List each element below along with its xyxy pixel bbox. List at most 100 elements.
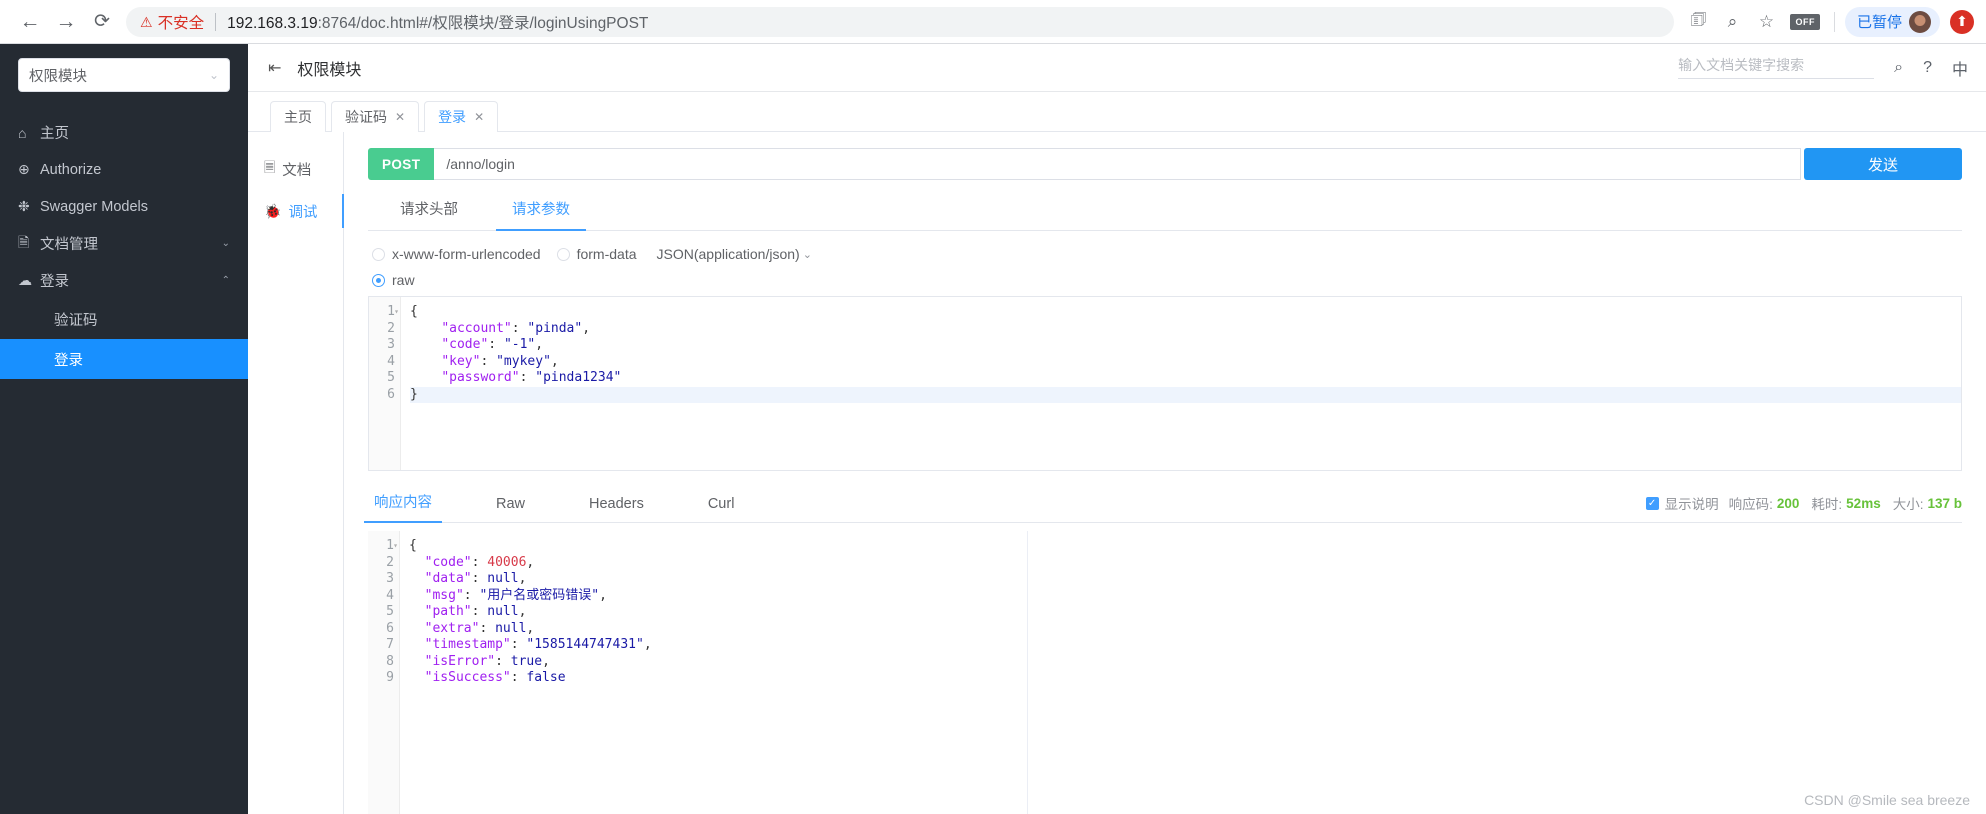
chevron-down-icon: ⌄ <box>208 68 219 82</box>
tab-label: Raw <box>496 496 526 512</box>
fold-icon[interactable]: ▾ <box>394 304 399 321</box>
sidebar-item-login[interactable]: ☁ 登录 ⌃ <box>0 262 248 299</box>
send-button[interactable]: 发送 <box>1804 148 1962 180</box>
browser-toolbar: ← → ⟳ ⚠ 不安全 192.168.3.19:8764/doc.html#/… <box>0 0 1986 44</box>
sidebar-item-swagger-models[interactable]: ❉ Swagger Models <box>0 188 248 225</box>
response-meta: ✓ 显示说明 响应码: 200 耗时: 52ms 大小: 137 b <box>1645 493 1962 522</box>
response-line-numbers: 1 ▾ 2 3 4 5 6 7 8 9 <box>368 531 400 814</box>
browser-actions: 🗊 ⌕ ☆ OFF 已暂停 ⬆ <box>1682 6 1974 38</box>
extension-off-badge[interactable]: OFF <box>1790 13 1820 30</box>
profile-chip[interactable]: 已暂停 <box>1844 6 1940 37</box>
request-body-editor[interactable]: 1 ▾ 2 3 4 5 6 { "account": "pinda", "code": "-… <box>368 296 1962 471</box>
line-number: 4 <box>386 587 394 603</box>
page-title: 权限模块 <box>297 61 362 79</box>
search-icon[interactable]: ⌕ <box>1894 59 1903 77</box>
forward-icon[interactable]: → <box>48 4 84 40</box>
vertical-tabs: 🗏 文档 🐞 调试 <box>248 132 344 814</box>
code-line: "msg": "用户名或密码错误", <box>424 587 607 603</box>
code-line: "timestamp": "1585144747431", <box>424 637 652 652</box>
tab-label: 请求头部 <box>400 202 458 218</box>
tab-login[interactable]: 登录 ✕ <box>424 101 499 132</box>
sidebar-item-authorize[interactable]: ⊕ Authorize <box>0 151 248 188</box>
tab-captcha[interactable]: 验证码 ✕ <box>331 101 420 132</box>
tab-request-headers[interactable]: 请求头部 <box>384 198 474 230</box>
tab-response-content[interactable]: 响应内容 <box>364 491 442 523</box>
sidebar-item-label: Authorize <box>40 161 102 178</box>
omnibox-divider <box>215 12 217 31</box>
vtab-document[interactable]: 🗏 文档 <box>248 148 343 190</box>
tab-strip: 主页 验证码 ✕ 登录 ✕ <box>248 92 1986 132</box>
address-bar[interactable]: ⚠ 不安全 192.168.3.19:8764/doc.html#/权限模块/登… <box>126 6 1675 37</box>
sidebar-item-home[interactable]: ⌂ 主页 <box>0 114 248 151</box>
tab-response-curl[interactable]: Curl <box>702 496 741 522</box>
watermark: CSDN @Smile sea breeze <box>1804 792 1970 808</box>
radio-form-data[interactable]: form-data <box>556 246 637 262</box>
code-line: "data": null, <box>424 571 527 586</box>
code-line: "isSuccess": false <box>424 670 566 685</box>
module-select[interactable]: 权限模块 ⌄ <box>18 58 230 92</box>
module-select-value: 权限模块 <box>29 68 87 85</box>
code-line: "path": null, <box>424 604 527 619</box>
request-code[interactable]: { "account": "pinda", "code": "-1", "key… <box>401 297 1961 470</box>
tab-label: 请求参数 <box>512 202 570 218</box>
tab-request-params[interactable]: 请求参数 <box>496 198 586 231</box>
status-code-value: 200 <box>1776 495 1800 511</box>
help-icon[interactable]: ? <box>1923 59 1932 77</box>
sidebar-item-doc-management[interactable]: 🗎 文档管理 ⌄ <box>0 225 248 262</box>
document-icon: 🗏 <box>264 159 276 175</box>
elapsed-value: 52ms <box>1846 495 1881 511</box>
request-line-numbers: 1 ▾ 2 3 4 5 6 <box>369 297 401 470</box>
radio-icon <box>556 247 570 261</box>
translate-icon[interactable]: 🗊 <box>1682 6 1714 38</box>
show-description-checkbox[interactable]: ✓ <box>1645 496 1659 510</box>
not-secure-label: 不安全 <box>157 14 205 32</box>
response-body-editor[interactable]: 1 ▾ 2 3 4 5 6 7 8 9 { "code": 40006, "data": null… <box>368 531 1028 814</box>
doc-search[interactable] <box>1678 56 1875 79</box>
line-number: 4 <box>387 353 395 369</box>
reload-icon[interactable]: ⟳ <box>84 4 120 40</box>
search-input[interactable] <box>1678 56 1875 73</box>
radio-raw[interactable]: raw <box>372 272 1946 288</box>
line-number: 1 ▾ <box>386 538 398 553</box>
zoom-out-icon[interactable]: ⌕ <box>1716 6 1748 38</box>
home-icon: ⌂ <box>18 124 27 141</box>
language-toggle[interactable]: 中 <box>1952 56 1968 80</box>
radio-icon <box>372 273 385 287</box>
sidebar-subitem-label: 验证码 <box>54 312 98 329</box>
chevron-down-icon: ⌄ <box>802 248 812 261</box>
update-icon[interactable]: ⬆ <box>1950 9 1974 34</box>
main-area: ⇤ 权限模块 ⌕ ? 中 主页 验证码 ✕ 登录 ✕ <box>248 44 1986 814</box>
radio-label: form-data <box>576 246 637 262</box>
doc-icon: 🗎 <box>18 233 30 250</box>
line-number: 2 <box>387 320 395 336</box>
star-icon[interactable]: ☆ <box>1750 6 1782 38</box>
tab-response-raw[interactable]: Raw <box>490 496 531 522</box>
radio-urlencoded[interactable]: x-www-form-urlencoded <box>372 246 541 262</box>
close-icon[interactable]: ✕ <box>395 110 405 124</box>
sidebar-subitem-label: 登录 <box>54 352 83 369</box>
back-icon[interactable]: ← <box>12 4 48 40</box>
sync-paused-label: 已暂停 <box>1856 14 1902 31</box>
code-line: { <box>410 304 418 319</box>
tab-response-headers[interactable]: Headers <box>583 496 650 522</box>
fold-icon[interactable]: ▾ <box>393 538 398 555</box>
tab-label: 登录 <box>438 109 467 125</box>
tab-home[interactable]: 主页 <box>270 101 326 132</box>
close-icon[interactable]: ✕ <box>474 110 484 124</box>
request-url-input[interactable] <box>434 148 1801 180</box>
line-number: 2 <box>386 554 394 570</box>
sidebar-subitem-captcha[interactable]: 验证码 <box>0 299 248 339</box>
response-body: 1 ▾ 2 3 4 5 6 7 8 9 { "code": 40006, "data": null… <box>368 531 1962 814</box>
line-number: 1 ▾ <box>387 304 399 319</box>
code-line: "extra": null, <box>424 620 535 636</box>
vtab-debug[interactable]: 🐞 调试 <box>248 190 344 232</box>
code-line: "account": "pinda", <box>441 320 591 336</box>
sidebar-subitem-login[interactable]: 登录 <box>0 339 248 379</box>
sidebar-item-label: 文档管理 <box>40 237 98 253</box>
lock-icon: ⊕ <box>18 161 30 177</box>
response-code: { "code": 40006, "data": null, "msg": "用… <box>400 531 1027 814</box>
bug-icon: 🐞 <box>264 202 282 219</box>
app-header: ⇤ 权限模块 ⌕ ? 中 <box>248 44 1986 92</box>
json-type-select[interactable]: JSON(application/json) ⌄ <box>657 246 812 262</box>
menu-collapse-icon[interactable]: ⇤ <box>268 58 281 78</box>
